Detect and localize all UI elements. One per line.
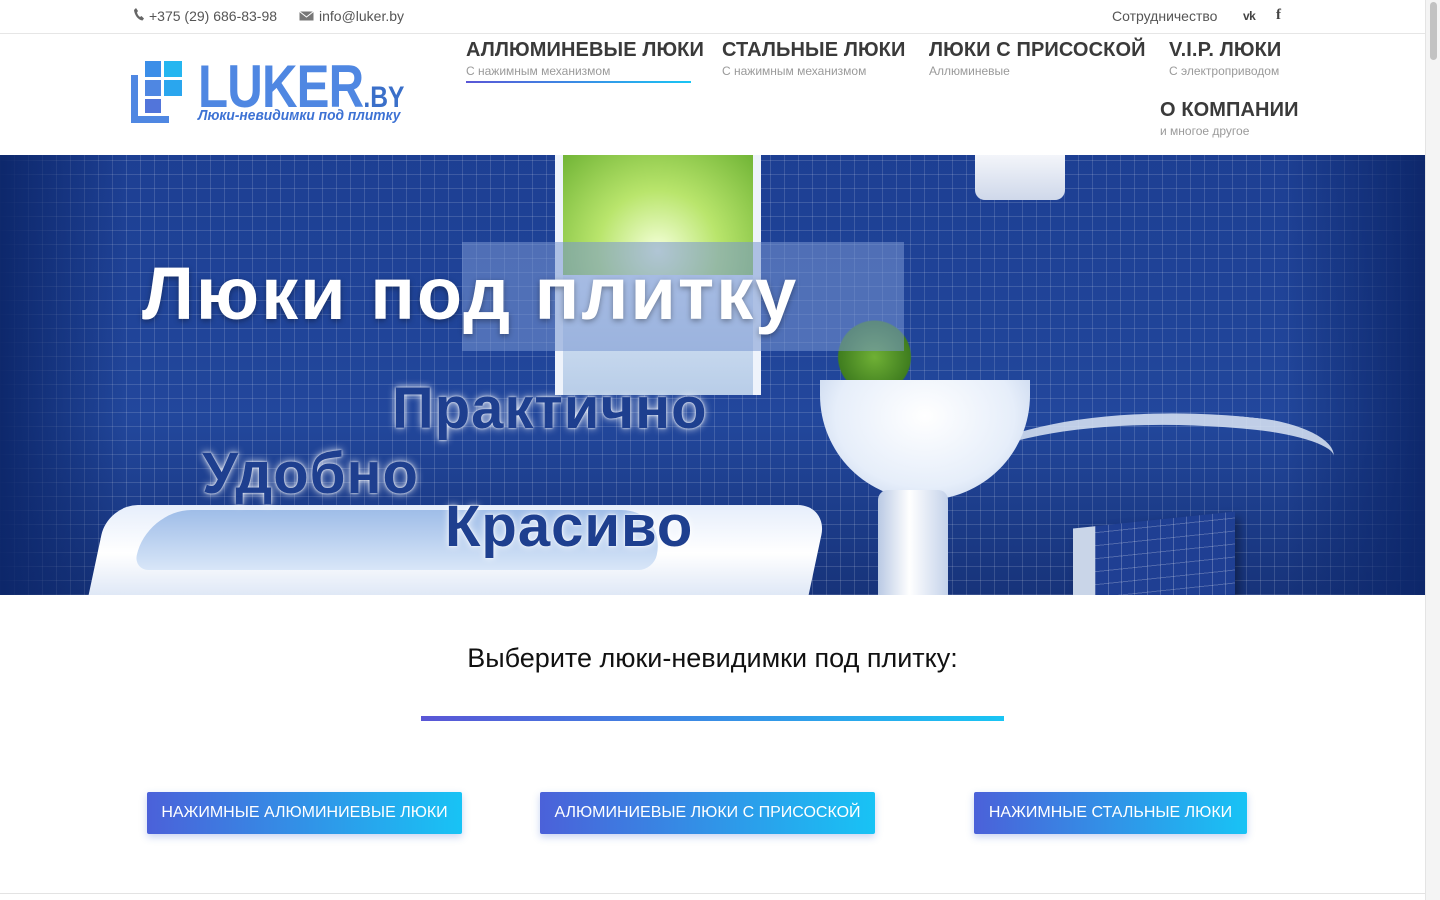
hero-word-practical: Практично — [392, 376, 708, 441]
nav-title: О КОМПАНИИ — [1160, 99, 1299, 121]
hero-sink-pedestal — [878, 490, 948, 595]
facebook-icon[interactable]: f — [1276, 7, 1281, 24]
nav-suction-hatches[interactable]: ЛЮКИ С ПРИСОСКОЙ Аллюминевые — [929, 39, 1146, 78]
scrollbar-thumb[interactable] — [1430, 2, 1437, 60]
aluminum-push-hatches-button[interactable]: Нажимные алюминиевые люки — [147, 792, 462, 834]
logo[interactable]: LUKER.BY Люки-невидимки под плитку — [131, 53, 411, 131]
top-bar: +375 (29) 686-83-98 info@luker.by Сотруд… — [0, 0, 1425, 34]
hero-word-beautiful: Красиво — [445, 494, 694, 559]
nav-subtitle: С нажимным механизмом — [722, 64, 867, 78]
cooperation-link[interactable]: Сотрудничество — [1112, 8, 1217, 24]
site-header: LUKER.BY Люки-невидимки под плитку АЛЛЮМ… — [0, 34, 1425, 155]
nav-subtitle: С электроприводом — [1169, 64, 1280, 78]
nav-vip-hatches[interactable]: V.I.P. ЛЮКИ С электроприводом — [1169, 39, 1281, 78]
logo-window-icon — [131, 61, 182, 123]
logo-slogan: Люки-невидимки под плитку — [198, 107, 401, 124]
nav-aluminum-hatches[interactable]: АЛЛЮМИНЕВЫЕ ЛЮКИ С нажимным механизмом — [466, 39, 704, 78]
nav-active-indicator — [466, 81, 691, 83]
nav-about-company[interactable]: О КОМПАНИИ и многое другое — [1160, 99, 1299, 138]
phone-contact[interactable]: +375 (29) 686-83-98 — [134, 8, 277, 24]
email-address: info@luker.by — [319, 8, 405, 24]
hero-banner: Люки под плитку Практично Удобно Красиво — [0, 155, 1425, 595]
page-scrollbar[interactable] — [1425, 0, 1440, 900]
nav-title: СТАЛЬНЫЕ ЛЮКИ — [722, 39, 906, 61]
nav-subtitle: и многое другое — [1160, 124, 1250, 138]
steel-push-hatches-button[interactable]: Нажимные стальные люки — [974, 792, 1247, 834]
nav-title: АЛЛЮМИНЕВЫЕ ЛЮКИ — [466, 39, 704, 61]
phone-icon — [134, 8, 144, 24]
nav-steel-hatches[interactable]: СТАЛЬНЫЕ ЛЮКИ С нажимным механизмом — [722, 39, 905, 78]
section-title: Выберите люки-невидимки под плитку: — [467, 643, 958, 673]
divider — [0, 893, 1425, 894]
hero-headline: Люки под плитку — [142, 252, 799, 335]
nav-title: ЛЮКИ С ПРИСОСКОЙ — [929, 39, 1146, 61]
vk-icon[interactable]: vk — [1243, 9, 1256, 23]
nav-subtitle: С нажимным механизмом — [466, 64, 611, 78]
aluminum-suction-hatches-button[interactable]: Алюминиевые люки с присоской — [540, 792, 875, 834]
hero-word-convenient: Удобно — [202, 441, 419, 506]
nav-title: V.I.P. ЛЮКИ — [1169, 39, 1282, 61]
nav-subtitle: Аллюминевые — [929, 64, 1010, 78]
hero-towel-image — [975, 155, 1065, 200]
email-contact[interactable]: info@luker.by — [299, 8, 404, 24]
phone-number: +375 (29) 686-83-98 — [149, 8, 278, 24]
section-divider — [421, 716, 1004, 721]
envelope-icon — [299, 8, 314, 24]
